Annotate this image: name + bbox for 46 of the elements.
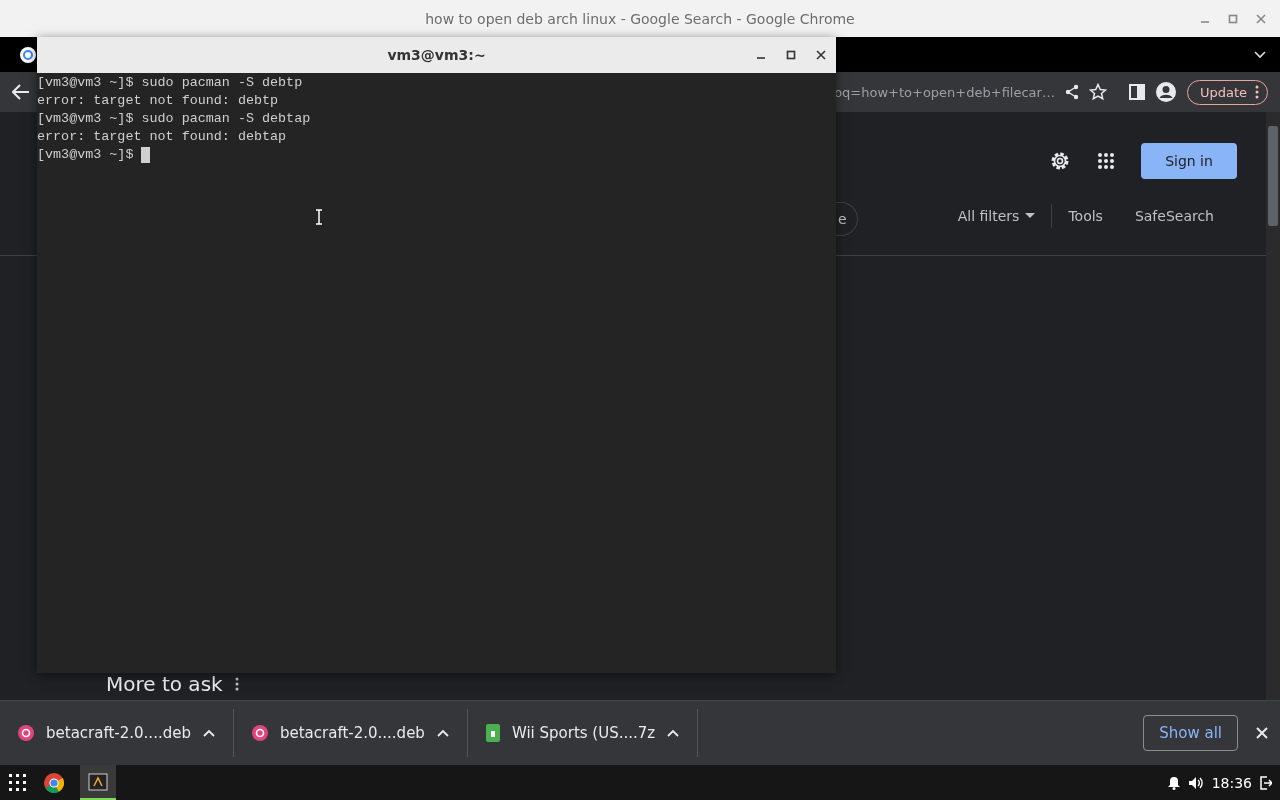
section-heading: More to ask — [106, 672, 223, 696]
chevron-up-icon[interactable] — [436, 729, 449, 737]
browser-icon[interactable] — [43, 772, 65, 794]
bell-icon[interactable] — [1167, 776, 1180, 790]
dropdown-arrow-icon — [1025, 213, 1036, 219]
close-icon[interactable] — [816, 50, 826, 60]
terminal-icon[interactable] — [88, 772, 108, 791]
download-name[interactable]: Wii Sports (US....7z — [511, 724, 656, 742]
sign-in-button[interactable]: Sign in — [1141, 143, 1237, 179]
filter-link[interactable]: SafeSearch — [1118, 208, 1230, 224]
scrollbar[interactable] — [1266, 112, 1280, 700]
profile-icon[interactable] — [1154, 81, 1177, 103]
chevron-down-icon[interactable] — [1254, 50, 1266, 59]
address-text[interactable]: oq=how+to+open+deb+filecar… — [834, 84, 1055, 100]
terminal-line: [vm3@vm3 ~]$ sudo pacman -S debtap — [37, 110, 311, 128]
chevron-up-icon[interactable] — [667, 729, 680, 737]
apps-grid-icon[interactable] — [1097, 152, 1115, 170]
star-icon[interactable] — [1088, 83, 1107, 101]
show-all-button[interactable]: Show all — [1143, 715, 1238, 751]
clock-text[interactable]: 18:36 — [1211, 775, 1252, 791]
filter-link[interactable]: Tools — [1052, 208, 1119, 224]
more-options-icon[interactable] — [234, 677, 239, 691]
chevron-up-icon[interactable] — [202, 729, 215, 737]
ibeam-cursor-icon — [315, 209, 323, 225]
filter-link[interactable]: All filters — [941, 208, 1052, 224]
settings-icon[interactable] — [1049, 150, 1071, 172]
maximize-icon[interactable] — [786, 50, 796, 60]
terminal-line: error: target not found: debtp — [37, 92, 279, 110]
terminal-line: error: target not found: debtap — [37, 128, 287, 146]
volume-icon[interactable] — [1187, 776, 1204, 790]
logout-icon[interactable] — [1260, 776, 1272, 790]
download-name[interactable]: betacraft-2.0....deb — [46, 724, 191, 742]
taskbar-app[interactable] — [80, 765, 116, 800]
app-grid-icon[interactable] — [8, 773, 28, 793]
download-name[interactable]: betacraft-2.0....deb — [279, 724, 425, 742]
more-options-icon[interactable] — [1255, 85, 1259, 99]
terminal-line: [vm3@vm3 ~]$ — [37, 146, 135, 164]
browser-icon[interactable] — [20, 46, 36, 63]
text-cursor — [141, 147, 151, 163]
share-icon[interactable] — [1064, 84, 1079, 100]
back-arrow-icon[interactable] — [12, 84, 30, 100]
terminal-line: [vm3@vm3 ~]$ sudo pacman -S debtp — [37, 74, 303, 92]
window-title: how to open deb arch linux - Google Search - Google Chrome — [425, 10, 855, 27]
side-panel-icon[interactable] — [1128, 84, 1145, 100]
archive-icon — [485, 724, 500, 742]
terminal-title: vm3@vm3:~ — [387, 47, 486, 63]
